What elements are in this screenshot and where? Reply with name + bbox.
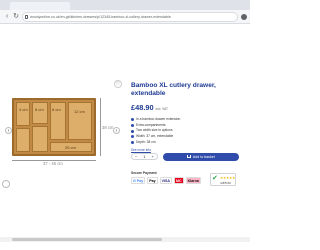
compartment (16, 128, 30, 152)
scrollbar-thumb[interactable] (12, 238, 162, 241)
product-price: £48.90 (131, 103, 154, 113)
compartment: 4 cm (16, 102, 30, 126)
add-to-cart-button[interactable]: Add to basket (163, 152, 239, 161)
decrease-quantity-button[interactable]: − (132, 154, 140, 160)
compartment: 12 cm (68, 102, 92, 140)
compartment-label: 8 cm (35, 107, 44, 112)
payment-methods: G Pay Pay VISA MC Klarna (131, 177, 203, 184)
width-dimension-label: 37 - 45 cm (43, 161, 63, 166)
visa-logo: VISA (159, 177, 172, 184)
check-icon (131, 140, 134, 144)
check-icon (131, 124, 134, 128)
compartment-label: 4 cm (19, 107, 28, 112)
url-input[interactable]: woodyonline.co.uk/en-gb/kitchen-drawers/… (22, 12, 238, 22)
cart-icon (187, 155, 191, 158)
depth-dimension-line (100, 98, 101, 156)
trust-badge[interactable]: ✔ ★★★★★ 4.8/5.00 (210, 173, 236, 186)
gpay-logo: G Pay (131, 177, 146, 184)
lock-icon (25, 15, 28, 19)
compartment-label: 8 cm (52, 107, 61, 112)
compartment-label: 12 cm (74, 109, 85, 114)
compartment: 8 cm (32, 102, 48, 124)
browser-window: ‹ ↻ woodyonline.co.uk/en-gb/kitchen-draw… (0, 0, 250, 250)
url-text: woodyonline.co.uk/en-gb/kitchen-drawers/… (30, 15, 171, 19)
address-bar: ‹ ↻ woodyonline.co.uk/en-gb/kitchen-draw… (0, 10, 250, 24)
side-widget-button[interactable] (2, 180, 10, 188)
back-icon[interactable]: ‹ (3, 13, 11, 21)
drawer-tray-image: 4 cm 8 cm 8 cm 12 cm 25 cm (12, 98, 96, 156)
rating-score: 4.8/5.00 (220, 181, 231, 185)
feature-item: Depth: 38 cm (131, 140, 241, 146)
gallery-next-button[interactable]: › (113, 127, 120, 134)
reload-icon[interactable]: ↻ (12, 13, 20, 21)
add-to-cart-label: Add to basket (192, 154, 215, 159)
price-row: £48.90 incl. VAT (131, 103, 241, 112)
tab-strip (0, 0, 250, 10)
horizontal-scrollbar[interactable] (0, 237, 250, 242)
secure-payment-label: Secure Payment (131, 171, 157, 175)
trust-check-icon: ✔ (212, 175, 218, 182)
check-icon (131, 129, 134, 133)
gallery-prev-button[interactable]: ‹ (5, 127, 12, 134)
compartment (32, 126, 48, 152)
check-icon (131, 118, 134, 122)
quantity-value[interactable]: 1 (140, 154, 148, 160)
product-image: 4 cm 8 cm 8 cm 12 cm 25 cm 37 - 45 cm 38… (3, 70, 121, 180)
vat-note: incl. VAT (155, 107, 168, 112)
mastercard-logo: MC (174, 177, 184, 184)
product-info: Bamboo XL cutlery drawer, extendable £48… (131, 82, 241, 152)
menu-icon[interactable] (241, 14, 247, 20)
feature-list: In a bamboo drawer extension Extra compa… (131, 117, 241, 145)
klarna-logo: Klarna (185, 177, 201, 184)
quantity-stepper: − 1 + (131, 153, 158, 160)
compartment: 25 cm (50, 142, 92, 152)
rating-stars: ★★★★★ (220, 176, 236, 180)
increase-quantity-button[interactable]: + (149, 154, 157, 160)
wishlist-heart-icon[interactable]: ♡ (114, 80, 122, 88)
browser-tab[interactable] (10, 2, 70, 10)
applepay-logo: Pay (147, 177, 158, 184)
compartment-label: 25 cm (65, 145, 76, 150)
compartment: 8 cm (50, 102, 66, 140)
buy-row: − 1 + Add to basket (131, 152, 239, 161)
check-icon (131, 135, 134, 139)
depth-dimension-label: 38 cm (102, 125, 114, 130)
product-title: Bamboo XL cutlery drawer, extendable (131, 82, 216, 97)
